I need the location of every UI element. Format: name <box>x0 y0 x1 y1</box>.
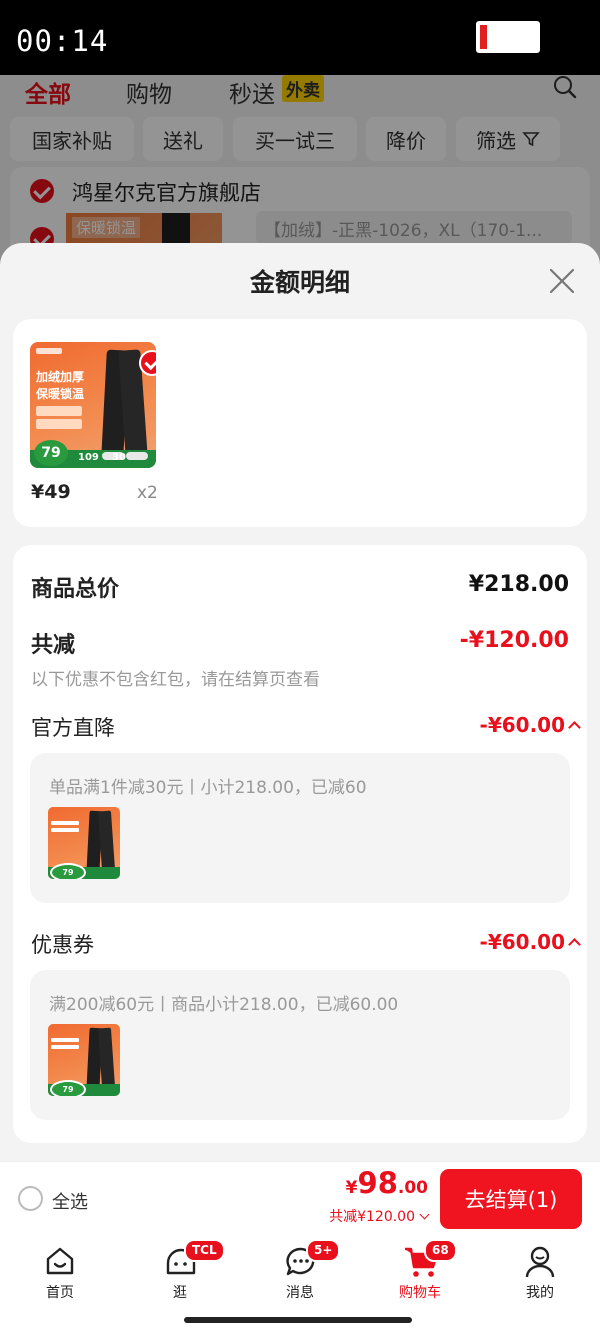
close-icon[interactable] <box>548 267 576 295</box>
official-discount-label: 官方直降 <box>31 716 115 740</box>
tab-messages-label: 消息 <box>286 1285 314 1301</box>
tab-cart-badge: 68 <box>424 1239 457 1262</box>
tab-explore[interactable]: TCL 逛 <box>120 1235 240 1305</box>
chevron-up-icon[interactable] <box>568 721 581 734</box>
coupon-detail: 满200减60元丨商品小计218.00，已减60.00 79 <box>30 970 570 1120</box>
discount-hint: 以下优惠不包含红包，请在结算页查看 <box>31 670 320 690</box>
coupon-label: 优惠券 <box>31 933 94 957</box>
saved-text: 共减¥120.00 <box>329 1209 415 1225</box>
tab-me[interactable]: 我的 <box>480 1235 600 1305</box>
tab-cart[interactable]: 68 购物车 <box>360 1235 480 1305</box>
total-price: ¥98.00 <box>346 1166 428 1200</box>
discount-label: 共减 <box>31 633 76 658</box>
total-decimal: .00 <box>397 1178 428 1198</box>
chevron-down-icon <box>419 1209 430 1220</box>
product-card: 加绒加厚保暖锁温 79 109 30 ¥49 x2 <box>13 319 587 527</box>
amount-detail-sheet: 金额明细 加绒加厚保暖锁温 79 109 30 ¥49 x2 商品总价 ¥218… <box>0 243 600 1161</box>
discount-value: -¥120.00 <box>459 628 569 653</box>
official-discount-detail: 单品满1件减30元丨小计218.00，已减60 79 <box>30 753 570 903</box>
tab-messages-badge: 5+ <box>306 1239 341 1262</box>
image-price-badge: 79 <box>34 440 68 466</box>
checkout-button[interactable]: 去结算(1) <box>440 1169 582 1229</box>
total-label: 商品总价 <box>31 577 120 602</box>
user-icon <box>525 1246 555 1278</box>
tab-me-label: 我的 <box>526 1285 554 1301</box>
tab-explore-badge: TCL <box>184 1239 225 1262</box>
select-all-label[interactable]: 全选 <box>52 1188 88 1214</box>
mini-price-badge: 79 <box>50 1080 86 1096</box>
status-time: 00:14 <box>16 24 109 58</box>
saved-amount[interactable]: 共减¥120.00 <box>329 1206 430 1226</box>
tab-cart-label: 购物车 <box>399 1285 441 1301</box>
tab-home[interactable]: 首页 <box>0 1235 120 1305</box>
select-all-radio[interactable] <box>18 1186 43 1211</box>
home-indicator <box>184 1317 412 1323</box>
sheet-title: 金额明细 <box>249 268 350 297</box>
total-value: ¥218.00 <box>468 572 569 597</box>
tab-messages[interactable]: 5+ 消息 <box>240 1235 360 1305</box>
product-image[interactable]: 加绒加厚保暖锁温 79 109 30 <box>30 342 156 468</box>
home-icon <box>46 1247 74 1275</box>
image-headline-1: 加绒加厚 <box>36 370 85 384</box>
chevron-up-icon[interactable] <box>568 938 581 951</box>
checkout-bar: 全选 ¥98.00 共减¥120.00 去结算(1) <box>0 1161 600 1235</box>
tab-explore-label: 逛 <box>173 1285 187 1301</box>
image-strip-number: 30 <box>112 452 126 463</box>
official-discount-desc: 单品满1件减30元丨小计218.00，已减60 <box>49 778 367 798</box>
quantity: x2 <box>137 483 158 503</box>
total-integer: 98 <box>357 1166 398 1200</box>
unit-price: ¥49 <box>31 481 71 503</box>
coupon-desc: 满200减60元丨商品小计218.00，已减60.00 <box>49 995 399 1015</box>
coupon-value[interactable]: -¥60.00 <box>480 930 565 954</box>
official-discount-value[interactable]: -¥60.00 <box>480 713 565 737</box>
tab-home-label: 首页 <box>46 1285 74 1301</box>
product-thumbnail[interactable]: 79 <box>48 1024 120 1096</box>
status-bar: 00:14 <box>0 0 600 75</box>
total-currency: ¥ <box>345 1178 358 1198</box>
price-breakdown-card: 商品总价 ¥218.00 共减 -¥120.00 以下优惠不包含红包，请在结算页… <box>13 545 587 1143</box>
image-headline-2: 保暖锁温 <box>36 387 85 401</box>
product-thumbnail[interactable]: 79 <box>48 807 120 879</box>
mini-price-badge: 79 <box>50 863 86 879</box>
battery-icon <box>476 21 540 53</box>
image-strip-number: 109 <box>78 452 99 463</box>
